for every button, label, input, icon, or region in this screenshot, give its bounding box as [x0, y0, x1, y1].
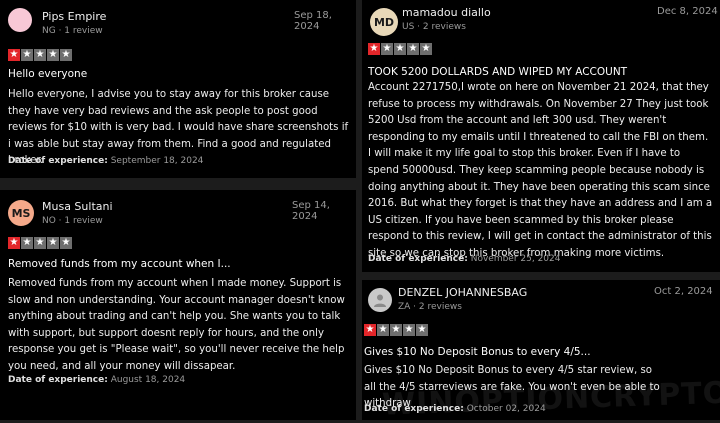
- star-icon: ★: [60, 237, 72, 249]
- star-icon: ★: [420, 43, 432, 55]
- review-date: Sep 14, 2024: [292, 200, 330, 222]
- star-icon: ★: [34, 49, 46, 61]
- reviewer-meta: ZA · 2 reviews: [398, 302, 462, 312]
- star-icon: ★: [403, 324, 415, 336]
- user-icon: [374, 294, 386, 307]
- reviewer-name[interactable]: DENZEL JOHANNESBAG: [398, 286, 527, 299]
- review-date: Sep 18, 2024: [294, 10, 332, 32]
- date-of-experience: Date of experience: October 02, 2024: [364, 404, 546, 414]
- reviewer-meta: NO · 1 review: [42, 216, 103, 226]
- date-of-experience: Date of experience: August 18, 2024: [8, 375, 186, 385]
- reviewer-meta: NG · 1 review: [42, 26, 103, 36]
- avatar[interactable]: [368, 288, 392, 312]
- star-rating: ★ ★ ★ ★ ★: [8, 237, 72, 249]
- review-card-pips-empire: Pips Empire NG · 1 review Sep 18, 2024 ★…: [0, 0, 356, 178]
- review-card-mamadou-diallo: MD mamadou diallo US · 2 reviews Dec 8, …: [362, 0, 720, 272]
- avatar[interactable]: [8, 8, 32, 32]
- review-title[interactable]: Hello everyone: [8, 68, 87, 80]
- review-card-musa-sultani: MS Musa Sultani NO · 1 review Sep 14, 20…: [0, 190, 356, 420]
- avatar[interactable]: MS: [8, 200, 34, 226]
- star-icon: ★: [394, 43, 406, 55]
- star-icon: ★: [60, 49, 72, 61]
- star-icon: ★: [368, 43, 380, 55]
- avatar[interactable]: MD: [370, 8, 398, 36]
- star-icon: ★: [34, 237, 46, 249]
- star-icon: ★: [8, 237, 20, 249]
- star-icon: ★: [390, 324, 402, 336]
- star-icon: ★: [416, 324, 428, 336]
- star-icon: ★: [8, 49, 20, 61]
- star-icon: ★: [47, 49, 59, 61]
- star-icon: ★: [407, 43, 419, 55]
- review-body: Removed funds from my account when I mad…: [8, 278, 345, 372]
- review-date: Dec 8, 2024: [657, 6, 718, 17]
- star-icon: ★: [377, 324, 389, 336]
- star-rating: ★ ★ ★ ★ ★: [8, 49, 72, 61]
- reviewer-name[interactable]: Pips Empire: [42, 10, 106, 23]
- date-of-experience: Date of experience: September 18, 2024: [8, 156, 204, 166]
- star-icon: ★: [47, 237, 59, 249]
- date-of-experience: Date of experience: November 25, 2024: [368, 254, 561, 264]
- review-date: Oct 2, 2024: [654, 286, 713, 297]
- review-title[interactable]: Gives $10 No Deposit Bonus to every 4/5.…: [364, 346, 591, 358]
- review-title[interactable]: Removed funds from my account when I...: [8, 258, 231, 270]
- reviewer-name[interactable]: Musa Sultani: [42, 200, 113, 213]
- reviewer-name[interactable]: mamadou diallo: [402, 6, 491, 19]
- star-rating: ★ ★ ★ ★ ★: [364, 324, 428, 336]
- star-icon: ★: [381, 43, 393, 55]
- reviewer-meta: US · 2 reviews: [402, 22, 466, 32]
- star-icon: ★: [21, 237, 33, 249]
- review-title[interactable]: TOOK 5200 DOLLARDS AND WIPED MY ACCOUNT: [368, 66, 627, 78]
- star-icon: ★: [364, 324, 376, 336]
- star-rating: ★ ★ ★ ★ ★: [368, 43, 432, 55]
- review-body: Account 2271750,I wrote on here on Novem…: [368, 82, 713, 259]
- review-card-denzel-johannesbag: DENZEL JOHANNESBAG ZA · 2 reviews Oct 2,…: [362, 280, 720, 420]
- star-icon: ★: [21, 49, 33, 61]
